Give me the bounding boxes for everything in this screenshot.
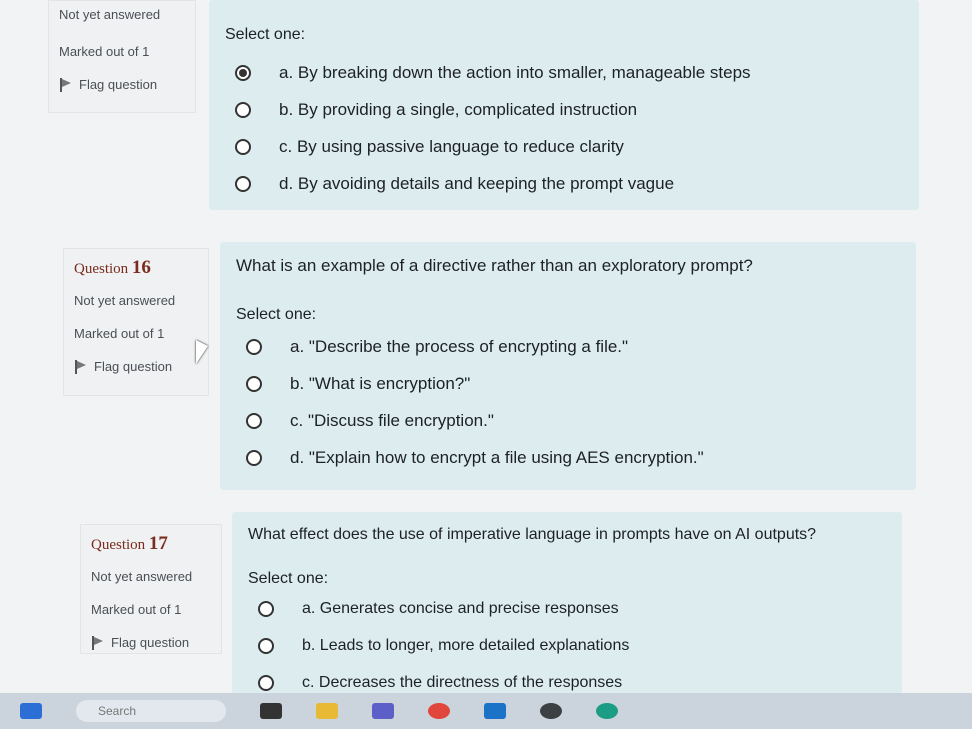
taskbar: Search <box>0 693 972 729</box>
question-15-info: Not yet answered Marked out of 1 Flag qu… <box>48 0 196 113</box>
question-mark: Marked out of 1 <box>91 602 182 617</box>
answer-option[interactable]: b. By providing a single, complicated in… <box>225 91 903 128</box>
answer-option[interactable]: b. Leads to longer, more detailed explan… <box>248 627 886 664</box>
radio-button[interactable] <box>246 338 262 355</box>
question-mark: Marked out of 1 <box>59 44 150 59</box>
chrome-icon[interactable] <box>428 703 450 719</box>
option-label: c. By using passive language to reduce c… <box>279 136 624 156</box>
outlook-icon[interactable] <box>484 703 506 719</box>
answer-option[interactable]: c. "Discuss file encryption." <box>236 402 900 439</box>
answer-option[interactable]: d. By avoiding details and keeping the p… <box>225 165 903 202</box>
option-label: a. Generates concise and precise respons… <box>302 599 619 617</box>
question-state: Not yet answered <box>74 293 176 308</box>
option-label: b. "What is encryption?" <box>290 373 471 393</box>
flag-icon <box>59 77 71 92</box>
app-icon[interactable] <box>540 703 562 719</box>
answer-options: a. By breaking down the action into smal… <box>225 54 903 202</box>
question-text: What effect does the use of imperative l… <box>248 526 817 543</box>
answer-option[interactable]: d. "Explain how to encrypt a file using … <box>236 439 900 476</box>
question-number: Question 17 <box>91 533 168 554</box>
answer-option[interactable]: a. By breaking down the action into smal… <box>225 54 903 91</box>
question-16-content: What is an example of a directive rather… <box>220 242 916 490</box>
question-17-content: What effect does the use of imperative l… <box>232 512 902 694</box>
radio-button[interactable] <box>235 138 251 155</box>
radio-button[interactable] <box>246 375 262 392</box>
flag-question-button[interactable]: Flag question <box>74 359 198 374</box>
teams-icon[interactable] <box>372 703 394 719</box>
answer-options: a. Generates concise and precise respons… <box>248 590 886 701</box>
radio-button[interactable] <box>246 412 262 429</box>
question-text: What is an example of a directive rather… <box>236 256 753 275</box>
file-explorer-icon[interactable] <box>316 703 338 719</box>
flag-label: Flag question <box>94 359 173 374</box>
radio-button[interactable] <box>258 674 274 691</box>
question-number: Question 16 <box>74 257 151 278</box>
radio-button[interactable] <box>235 175 251 192</box>
answer-option[interactable]: b. "What is encryption?" <box>236 365 900 402</box>
flag-label: Flag question <box>111 635 190 650</box>
answer-option[interactable]: a. "Describe the process of encrypting a… <box>236 328 900 365</box>
flag-question-button[interactable]: Flag question <box>59 77 185 92</box>
option-label: d. "Explain how to encrypt a file using … <box>290 447 704 467</box>
question-mark: Marked out of 1 <box>74 326 165 341</box>
task-view-icon[interactable] <box>260 703 282 719</box>
answer-options: a. "Describe the process of encrypting a… <box>236 328 900 476</box>
question-15-content: Select one: a. By breaking down the acti… <box>209 0 919 210</box>
mouse-cursor-icon <box>196 340 208 364</box>
option-label: a. By breaking down the action into smal… <box>279 62 751 82</box>
flag-label: Flag question <box>79 77 158 92</box>
radio-button[interactable] <box>258 600 274 617</box>
select-one-label: Select one: <box>225 26 306 43</box>
flag-icon <box>74 359 86 374</box>
radio-button[interactable] <box>258 637 274 654</box>
question-17-info: Question 17 Not yet answered Marked out … <box>80 524 222 654</box>
start-icon[interactable] <box>20 703 42 719</box>
edge-icon[interactable] <box>596 703 618 719</box>
option-label: c. Decreases the directness of the respo… <box>302 673 623 691</box>
radio-button[interactable] <box>246 449 262 466</box>
select-one-label: Select one: <box>248 570 329 587</box>
flag-question-button[interactable]: Flag question <box>91 635 211 650</box>
select-one-label: Select one: <box>236 306 317 323</box>
option-label: b. By providing a single, complicated in… <box>279 99 638 119</box>
radio-button[interactable] <box>235 101 251 118</box>
answer-option[interactable]: a. Generates concise and precise respons… <box>248 590 886 627</box>
question-state: Not yet answered <box>91 569 193 584</box>
flag-icon <box>91 635 103 650</box>
taskbar-search-input[interactable]: Search <box>76 700 226 722</box>
radio-button[interactable] <box>235 64 251 81</box>
question-state: Not yet answered <box>59 7 161 22</box>
option-label: a. "Describe the process of encrypting a… <box>290 336 629 356</box>
option-label: b. Leads to longer, more detailed explan… <box>302 636 630 654</box>
option-label: c. "Discuss file encryption." <box>290 410 494 430</box>
option-label: d. By avoiding details and keeping the p… <box>279 173 675 193</box>
question-16-info: Question 16 Not yet answered Marked out … <box>63 248 209 396</box>
answer-option[interactable]: c. By using passive language to reduce c… <box>225 128 903 165</box>
